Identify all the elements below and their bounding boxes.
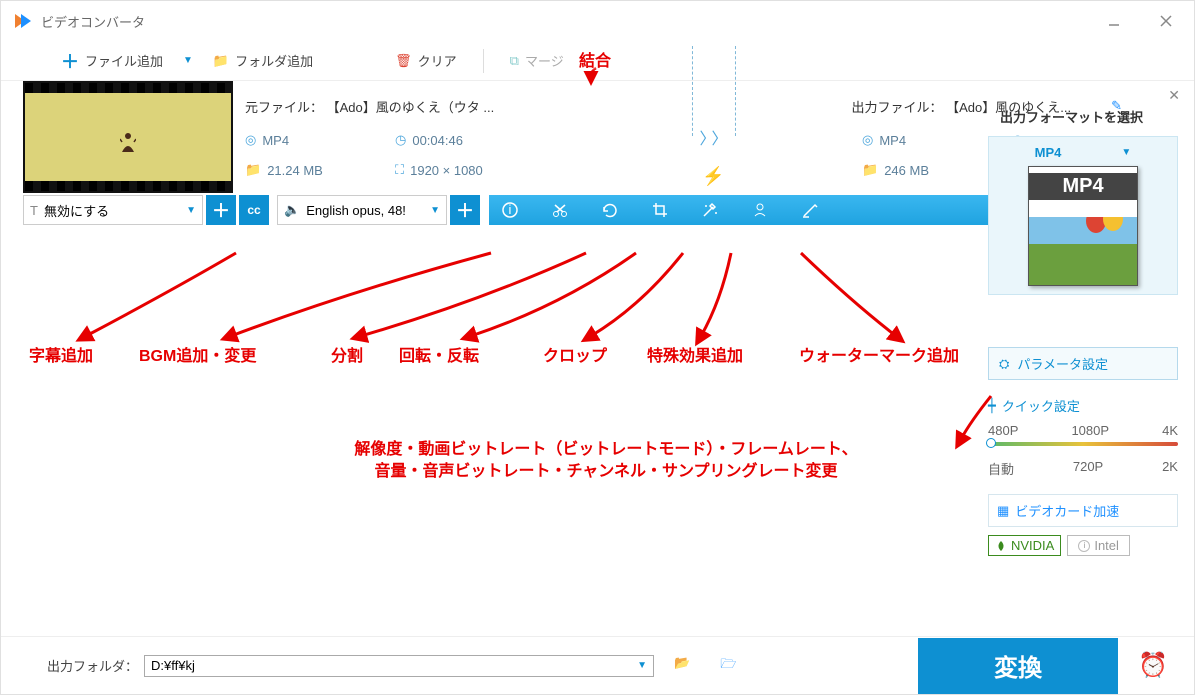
- output-format-select[interactable]: MP4 ▼ MP4: [988, 136, 1178, 295]
- cut-tool[interactable]: [549, 199, 571, 221]
- resolution-slider[interactable]: 480P 1080P 4K: [988, 423, 1178, 453]
- effect-tool[interactable]: [699, 199, 721, 221]
- format-icon: ◎: [862, 132, 873, 148]
- open-folder-button[interactable]: 📂: [674, 655, 690, 677]
- chevron-down-icon: ▼: [1121, 147, 1131, 158]
- intel-badge[interactable]: i Intel: [1067, 535, 1130, 556]
- parameter-settings-button[interactable]: ⛭ パラメータ設定: [988, 347, 1178, 380]
- resolution-icon: ⛶: [395, 162, 404, 178]
- open-target-button[interactable]: 🗁: [720, 655, 736, 677]
- output-format: MP4: [879, 133, 906, 148]
- quick-settings-label: クイック設定: [1002, 396, 1080, 415]
- add-file-label: ファイル追加: [85, 51, 163, 70]
- clock-icon: ◷: [395, 132, 406, 148]
- info-tool[interactable]: i: [499, 199, 521, 221]
- output-folder-label: 出力フォルダ：: [47, 656, 138, 675]
- annotation-crop: クロップ: [543, 342, 607, 366]
- add-audio-button[interactable]: ＋: [450, 195, 480, 225]
- merge-icon: ⧉: [510, 53, 519, 69]
- app-title: ビデオコンバータ: [41, 12, 145, 31]
- annotation-rotate: 回転・反転: [399, 342, 479, 366]
- source-format: MP4: [262, 133, 289, 148]
- title-bar: ビデオコンバータ: [1, 1, 1194, 41]
- merge-button[interactable]: ⧉ マージ: [500, 47, 574, 74]
- merge-label: マージ: [525, 51, 564, 70]
- video-thumbnail[interactable]: [23, 81, 233, 193]
- annotation-bgm: BGM追加・変更: [139, 342, 256, 366]
- speaker-icon: 🔈: [284, 202, 300, 218]
- chip-icon: ▦: [997, 503, 1009, 519]
- minimize-button[interactable]: [1102, 9, 1126, 33]
- add-folder-button[interactable]: 📁 フォルダ追加: [203, 47, 323, 74]
- plus-icon: ＋: [61, 48, 79, 74]
- quick-settings-panel: ┿クイック設定 480P 1080P 4K 自動 720P 2K: [988, 396, 1178, 478]
- text-icon: T: [30, 203, 38, 218]
- format-name: MP4: [1035, 145, 1062, 160]
- top-toolbar: ＋ ファイル追加 ▼ 📁 フォルダ追加 🗑 クリア ⧉ マージ: [1, 41, 1194, 81]
- subtitle-mode-select[interactable]: T 無効にする ▼: [23, 195, 203, 225]
- output-folder-path: D:¥ff¥kj: [151, 658, 195, 673]
- slider-icon: ┿: [988, 398, 996, 414]
- output-size: 246 MB: [884, 163, 929, 178]
- param-settings-label: パラメータ設定: [1017, 354, 1108, 373]
- annotation-split: 分割: [331, 342, 363, 366]
- close-button[interactable]: [1154, 9, 1178, 33]
- folder-plus-icon: 📁: [213, 53, 229, 69]
- audio-track-value: English opus, 48!: [306, 203, 406, 218]
- settings-icon: ⛭: [999, 356, 1009, 372]
- audio-track-select[interactable]: 🔈 English opus, 48! ▼: [277, 195, 447, 225]
- schedule-button[interactable]: ⏰: [1128, 641, 1178, 691]
- add-file-button[interactable]: ＋ ファイル追加: [51, 44, 173, 78]
- annotation-params2: 音量・音声ビットレート・チャンネル・サンプリングレート変更: [251, 457, 961, 481]
- nvidia-badge[interactable]: NVIDIA: [988, 535, 1061, 556]
- annotation-watermark: ウォーターマーク追加: [799, 342, 959, 366]
- annotation-subtitle: 字幕追加: [29, 342, 93, 366]
- crop-tool[interactable]: [649, 199, 671, 221]
- format-icon: ◎: [245, 132, 256, 148]
- folder-icon: 📁: [245, 162, 261, 178]
- subtitle-mode-value: 無効にする: [44, 201, 109, 220]
- add-folder-label: フォルダ追加: [235, 51, 313, 70]
- clear-label: クリア: [418, 51, 457, 70]
- watermark-text-tool[interactable]: [799, 199, 821, 221]
- annotation-effect: 特殊効果追加: [647, 342, 743, 366]
- convert-button[interactable]: 変換: [918, 638, 1118, 694]
- rotate-tool[interactable]: [599, 199, 621, 221]
- clear-button[interactable]: 🗑 クリア: [385, 47, 467, 74]
- right-panel: 出力フォーマットを選択 MP4 ▼ MP4 ⛭ パラメータ設定 ┿ クイック設定 4…: [988, 101, 1178, 556]
- annotation-params1: 解像度・動画ビットレート（ビットレートモード）・フレームレート、: [251, 435, 961, 459]
- gpu-accel-label: ビデオカード加速: [1015, 501, 1119, 520]
- bottom-bar: 出力フォルダ： D:¥ff¥kj ▼ 📂 🗁 変換 ⏰: [1, 636, 1194, 694]
- source-size: 21.24 MB: [267, 163, 323, 178]
- gpu-accel-button[interactable]: ▦ ビデオカード加速: [988, 494, 1178, 527]
- app-logo: ビデオコンバータ: [11, 9, 145, 33]
- source-duration: 00:04:46: [412, 133, 463, 148]
- svg-text:i: i: [509, 202, 512, 217]
- output-format-title: 出力フォーマットを選択: [1000, 107, 1178, 126]
- cc-button[interactable]: cc: [239, 195, 269, 225]
- output-folder-dropdown[interactable]: D:¥ff¥kj ▼: [144, 655, 654, 677]
- source-resolution: 1920 × 1080: [410, 163, 483, 178]
- folder-icon: 📁: [862, 162, 878, 178]
- add-subtitle-button[interactable]: ＋: [206, 195, 236, 225]
- trash-icon: 🗑: [395, 53, 412, 69]
- bolt-icon: ⚡: [702, 166, 724, 187]
- watermark-image-tool[interactable]: [749, 199, 771, 221]
- source-file-label: 元ファイル： 【Ado】風のゆくえ（ウタ ...: [245, 97, 494, 116]
- format-preview: MP4: [1028, 166, 1138, 286]
- add-file-dropdown[interactable]: ▼: [179, 51, 197, 70]
